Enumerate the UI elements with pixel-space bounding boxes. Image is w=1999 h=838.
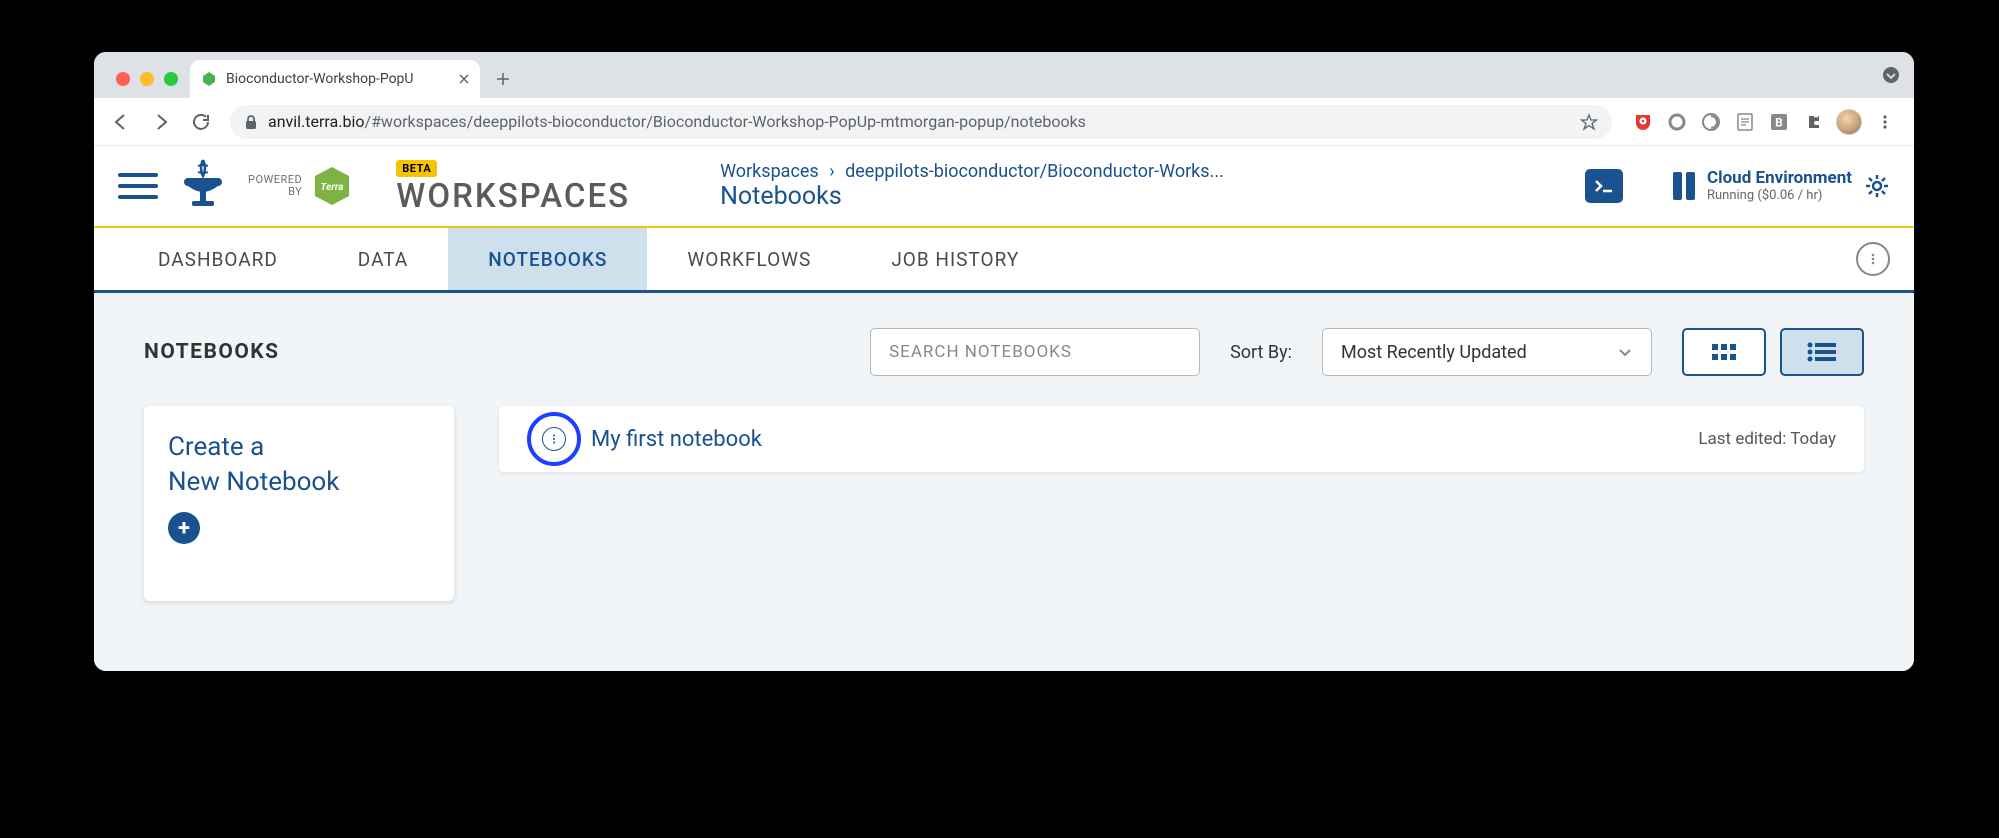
- window-maximize-button[interactable]: [164, 72, 178, 86]
- notebook-item-last-edited: Last edited: Today: [1698, 429, 1836, 449]
- breadcrumb: Workspaces › deeppilots-bioconductor/Bio…: [720, 161, 1224, 211]
- profile-avatar[interactable]: [1836, 109, 1862, 135]
- breadcrumb-current: Notebooks: [720, 182, 1224, 211]
- lock-icon: [244, 114, 258, 130]
- workspaces-title: BETA WORKSPACES: [396, 157, 630, 216]
- svg-text:Terra: Terra: [321, 182, 344, 193]
- sort-by-select[interactable]: Most Recently Updated: [1322, 328, 1652, 376]
- extension-puzzle-icon[interactable]: [1802, 111, 1824, 133]
- window-close-button[interactable]: [116, 72, 130, 86]
- create-card-line2: New Notebook: [168, 465, 430, 500]
- sort-by-label: Sort By:: [1230, 342, 1292, 363]
- chevron-down-icon[interactable]: [1874, 58, 1908, 92]
- cloud-env-title: Cloud Environment: [1707, 168, 1852, 188]
- browser-tab[interactable]: Bioconductor-Workshop-PopU: [190, 60, 480, 98]
- notebook-list: My first notebook Last edited: Today: [499, 406, 1864, 601]
- beta-badge: BETA: [396, 160, 437, 177]
- extension-icons: B: [1624, 109, 1904, 135]
- browser-toolbar: anvil.terra.bio/#workspaces/deeppilots-b…: [94, 98, 1914, 146]
- view-list-button[interactable]: [1780, 328, 1864, 376]
- extension-circle-icon[interactable]: [1666, 111, 1688, 133]
- powered-by-terra: POWERED BY Terra: [248, 164, 354, 208]
- workspace-tabs: DASHBOARD DATA NOTEBOOKS WORKFLOWS JOB H…: [94, 228, 1914, 293]
- cloud-env-status-text: Running ($0.06 / hr): [1707, 188, 1852, 204]
- search-notebooks-input[interactable]: [870, 328, 1200, 376]
- extension-ublock-icon[interactable]: [1632, 111, 1654, 133]
- breadcrumb-root-link[interactable]: Workspaces: [720, 161, 819, 182]
- notebook-list-item[interactable]: My first notebook Last edited: Today: [499, 406, 1864, 472]
- tab-favicon-icon: [200, 70, 218, 88]
- notebook-item-title: My first notebook: [591, 427, 762, 452]
- window-controls: [106, 72, 190, 98]
- extension-b-icon[interactable]: B: [1768, 111, 1790, 133]
- breadcrumb-project-link[interactable]: deeppilots-bioconductor/Bioconductor-Wor…: [845, 161, 1224, 182]
- pause-icon: [1673, 172, 1695, 200]
- notebooks-heading: NOTEBOOKS: [144, 340, 280, 364]
- tab-title: Bioconductor-Workshop-PopU: [226, 71, 450, 87]
- forward-button[interactable]: [144, 105, 178, 139]
- terra-logo-icon: Terra: [310, 164, 354, 208]
- sort-by-value: Most Recently Updated: [1341, 342, 1527, 363]
- tab-dashboard[interactable]: DASHBOARD: [118, 228, 318, 290]
- gear-icon[interactable]: [1864, 173, 1890, 199]
- app-header: POWERED BY Terra BETA WORKSPACES Workspa…: [94, 146, 1914, 226]
- cloud-environment-status[interactable]: Cloud Environment Running ($0.06 / hr): [1673, 168, 1890, 204]
- menu-hamburger-button[interactable]: [118, 166, 158, 206]
- extension-swirl-icon[interactable]: [1700, 111, 1722, 133]
- create-card-line1: Create a: [168, 430, 430, 465]
- browser-window: Bioconductor-Workshop-PopU an: [94, 52, 1914, 671]
- list-icon: [1806, 341, 1838, 363]
- tab-job-history[interactable]: JOB HISTORY: [851, 228, 1059, 290]
- svg-text:B: B: [1775, 115, 1783, 129]
- tab-notebooks[interactable]: NOTEBOOKS: [448, 228, 647, 290]
- extension-doc-icon[interactable]: [1734, 111, 1756, 133]
- chevron-down-icon: [1617, 344, 1633, 360]
- tab-workflows[interactable]: WORKFLOWS: [647, 228, 851, 290]
- workspaces-heading: WORKSPACES: [396, 177, 630, 216]
- plus-circle-icon: +: [168, 512, 200, 544]
- browser-menu-icon[interactable]: [1874, 111, 1896, 133]
- address-bar[interactable]: anvil.terra.bio/#workspaces/deeppilots-b…: [230, 105, 1612, 139]
- bookmark-star-icon[interactable]: [1580, 113, 1598, 131]
- annotation-highlight-circle: [527, 412, 581, 466]
- workspace-menu-button[interactable]: [1856, 242, 1890, 276]
- window-minimize-button[interactable]: [140, 72, 154, 86]
- view-grid-button[interactable]: [1682, 328, 1766, 376]
- browser-tab-strip: Bioconductor-Workshop-PopU: [94, 52, 1914, 98]
- back-button[interactable]: [104, 105, 138, 139]
- tab-close-icon[interactable]: [458, 73, 470, 85]
- reload-button[interactable]: [184, 105, 218, 139]
- anvil-logo-icon: [178, 158, 228, 214]
- terminal-button[interactable]: [1585, 169, 1623, 203]
- grid-icon: [1710, 342, 1738, 362]
- notebooks-content: NOTEBOOKS Sort By: Most Recently Updated: [94, 293, 1914, 671]
- new-tab-button[interactable]: [488, 64, 518, 94]
- tab-data[interactable]: DATA: [318, 228, 448, 290]
- create-notebook-card[interactable]: Create a New Notebook +: [144, 406, 454, 601]
- url-text: anvil.terra.bio/#workspaces/deeppilots-b…: [268, 112, 1570, 131]
